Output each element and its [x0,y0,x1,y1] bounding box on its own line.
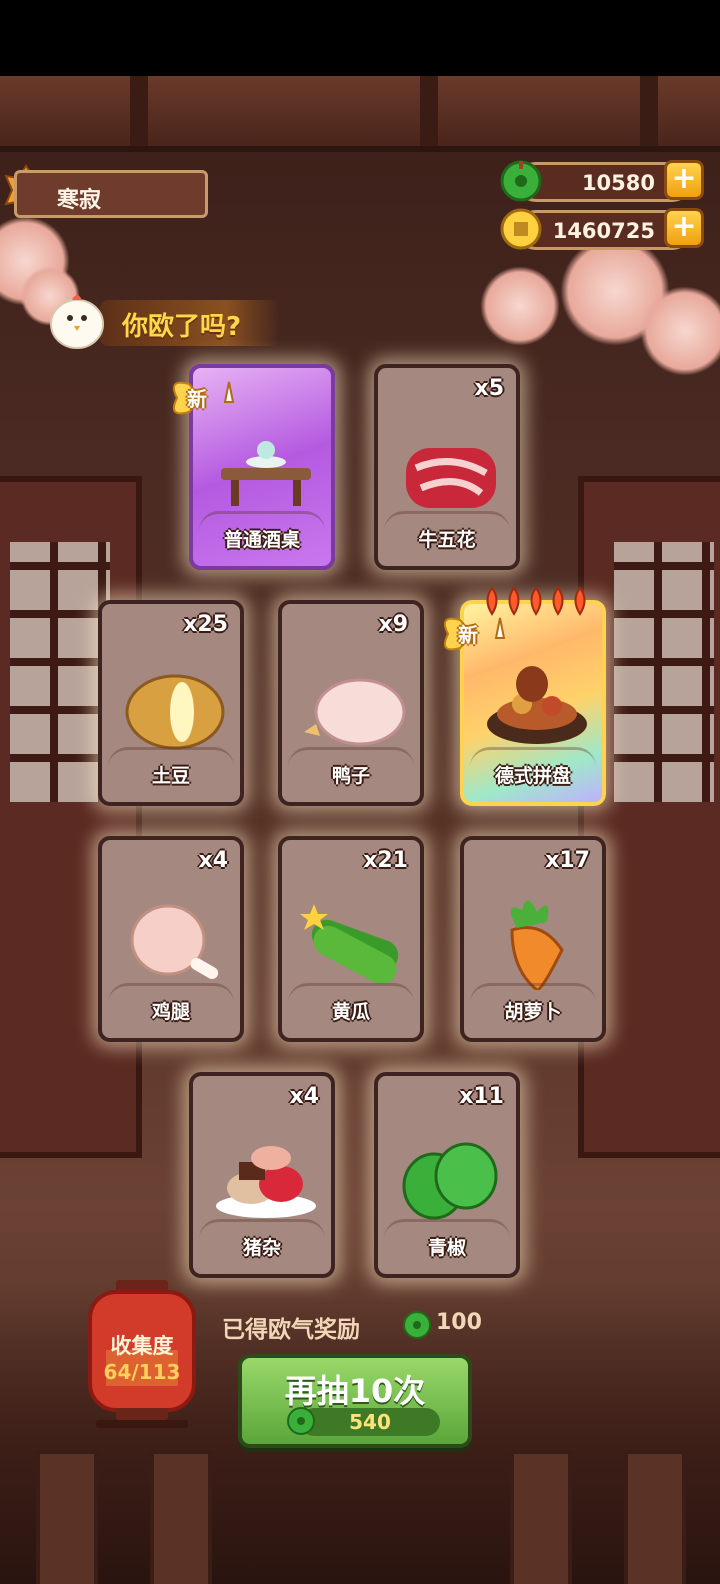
right-door-panel [578,476,720,1158]
green-pepper-icon [402,1142,498,1220]
new-label: 新 [458,623,478,647]
draw-cost-value: 540 [349,1410,391,1434]
card-count: x25 [183,612,228,637]
butterfly-icon [173,381,235,415]
draw-cost: 540 [287,1407,440,1436]
reward-card[interactable]: x17 胡萝卜 [460,836,606,1042]
reward-label: 已得欧气奖励 [222,1317,360,1343]
coin-amount: 1460725 [552,219,655,243]
card-name: 黄瓜 [331,1001,370,1023]
add-coins-button[interactable]: + [664,208,704,248]
collection-lantern-icon[interactable] [86,1280,198,1430]
reward-amount: 100 [436,1310,482,1335]
card-count: x21 [363,848,408,873]
wine-table-icon [221,441,311,506]
carrot-icon [510,900,564,990]
reward-card[interactable]: x5 牛五花 [374,364,520,570]
card-count: x4 [289,1084,320,1109]
card-count: x5 [474,376,505,401]
card-name: 胡萝卜 [504,1001,562,1023]
draw-button-label: 再抽10次 [284,1372,426,1410]
add-jade-button[interactable]: + [664,160,704,200]
butterfly-icon [444,617,506,651]
draw-again-button[interactable]: 再抽10次 540 [238,1354,472,1448]
title-banner: 你欧了吗? [100,300,280,346]
reward-card[interactable]: x11 青椒 [374,1072,520,1278]
reward-card[interactable]: x9 鸭子 [278,600,424,806]
chick-mascot-icon [50,295,104,349]
jade-amount: 10580 [581,171,655,195]
card-count: x17 [545,848,590,873]
roof-beam [0,76,720,152]
page-title: 你欧了吗? [122,312,242,342]
status-bar [0,0,720,76]
reward-card[interactable]: x21 黄瓜 [278,836,424,1042]
card-count: x9 [378,612,409,637]
player-name: 寒寂 [57,188,102,213]
card-name: 鸡腿 [151,1001,190,1023]
card-count: x4 [198,848,229,873]
flame-rating-icon [486,586,586,616]
new-label: 新 [187,387,207,411]
potato-icon [125,674,225,750]
cucumber-icon [300,904,399,985]
new-badge: 新 [167,378,251,418]
card-name: 德式拼盘 [494,765,571,787]
reward-card[interactable]: x4 鸡腿 [98,836,244,1042]
player-name-plate[interactable]: 寒寂 [14,170,208,218]
reward-card[interactable]: x25 土豆 [98,600,244,806]
reward-card[interactable]: 普通酒桌 新 [173,364,335,570]
german-platter-icon [487,666,587,744]
card-name: 土豆 [151,765,190,787]
card-name: 牛五花 [418,529,476,551]
reward-card[interactable]: 德式拼盘 新 [444,586,606,806]
pork-offal-icon [216,1146,316,1218]
reward-card[interactable]: x4 猪杂 [189,1072,335,1278]
card-name: 猪杂 [242,1237,281,1259]
gold-coin-icon [500,208,542,250]
card-name: 普通酒桌 [223,529,300,551]
beef-icon [406,448,496,508]
left-door-panel [0,476,142,1158]
card-name: 青椒 [427,1237,466,1259]
duck-icon [304,678,406,746]
new-badge: 新 [438,614,522,654]
card-count: x11 [459,1084,504,1109]
jade-coin-icon [500,160,542,202]
chicken-leg-icon [130,904,219,979]
card-name: 鸭子 [331,765,370,787]
jade-coin-icon [403,1311,431,1339]
